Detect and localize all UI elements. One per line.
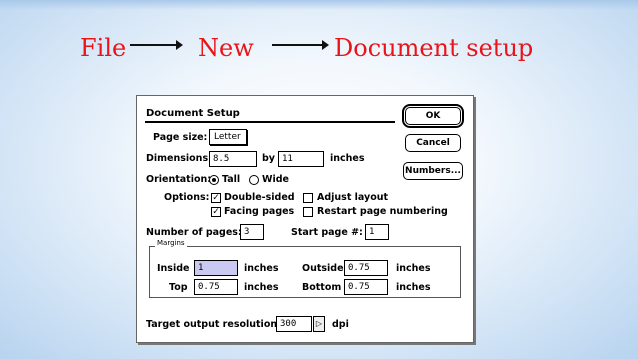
- bottom-margin-field[interactable]: 0.75: [344, 279, 388, 295]
- path-step-document-setup: Document setup: [334, 34, 534, 62]
- path-step-new: New: [198, 34, 254, 62]
- orientation-wide-radio[interactable]: [249, 175, 259, 185]
- resolution-unit: dpi: [332, 319, 349, 330]
- bottom-unit: inches: [396, 282, 431, 293]
- number-of-pages-label: Number of pages:: [146, 227, 242, 238]
- top-label: Top: [169, 282, 188, 293]
- start-page-field[interactable]: 1: [365, 224, 389, 240]
- double-sided-label: Double-sided: [224, 192, 295, 203]
- outside-unit: inches: [396, 263, 431, 274]
- numbers-button[interactable]: Numbers...: [403, 162, 463, 180]
- restart-page-numbering-checkbox[interactable]: [303, 207, 313, 217]
- ok-button[interactable]: OK: [402, 104, 464, 128]
- bottom-label: Bottom: [302, 282, 342, 293]
- resolution-label: Target output resolution:: [146, 319, 281, 330]
- width-field[interactable]: 8.5: [209, 151, 257, 167]
- dimensions-label: Dimensions:: [146, 153, 212, 164]
- title-divider: [145, 121, 395, 123]
- outside-label: Outside: [302, 263, 344, 274]
- facing-pages-label: Facing pages: [224, 206, 295, 217]
- options-label: Options:: [164, 192, 210, 203]
- path-step-file: File: [80, 34, 127, 62]
- page-size-select[interactable]: Letter: [209, 129, 247, 145]
- slide-top-band: [0, 0, 638, 10]
- cancel-button[interactable]: Cancel: [405, 134, 461, 152]
- resolution-field[interactable]: 300: [276, 316, 312, 332]
- number-of-pages-field[interactable]: 3: [240, 224, 264, 240]
- top-margin-field[interactable]: 0.75: [194, 279, 238, 295]
- orientation-label: Orientation:: [146, 174, 212, 185]
- dialog-title: Document Setup: [146, 108, 240, 119]
- dimensions-unit: inches: [330, 153, 365, 164]
- by-label: by: [262, 153, 275, 164]
- document-setup-dialog: Document Setup OK Cancel Numbers... Page…: [136, 95, 474, 343]
- adjust-layout-label: Adjust layout: [317, 192, 389, 203]
- height-field[interactable]: 11: [278, 151, 324, 167]
- margins-legend: Margins: [155, 239, 187, 247]
- arrow-icon: [130, 40, 183, 50]
- inside-label: Inside: [157, 263, 190, 274]
- double-sided-checkbox[interactable]: ✓: [211, 193, 221, 203]
- page-size-label: Page size:: [153, 132, 208, 143]
- start-page-label: Start page #:: [291, 227, 363, 238]
- adjust-layout-checkbox[interactable]: [303, 193, 313, 203]
- facing-pages-checkbox[interactable]: ✓: [211, 207, 221, 217]
- orientation-tall-radio[interactable]: [209, 175, 219, 185]
- orientation-wide-label: Wide: [262, 174, 289, 185]
- restart-page-numbering-label: Restart page numbering: [317, 206, 448, 217]
- top-unit: inches: [244, 282, 279, 293]
- outside-margin-field[interactable]: 0.75: [344, 260, 388, 276]
- inside-unit: inches: [244, 263, 279, 274]
- arrow-icon: [272, 40, 329, 50]
- resolution-arrow-icon[interactable]: ▷: [313, 316, 325, 332]
- orientation-tall-label: Tall: [222, 174, 241, 185]
- inside-margin-field[interactable]: 1: [194, 260, 238, 276]
